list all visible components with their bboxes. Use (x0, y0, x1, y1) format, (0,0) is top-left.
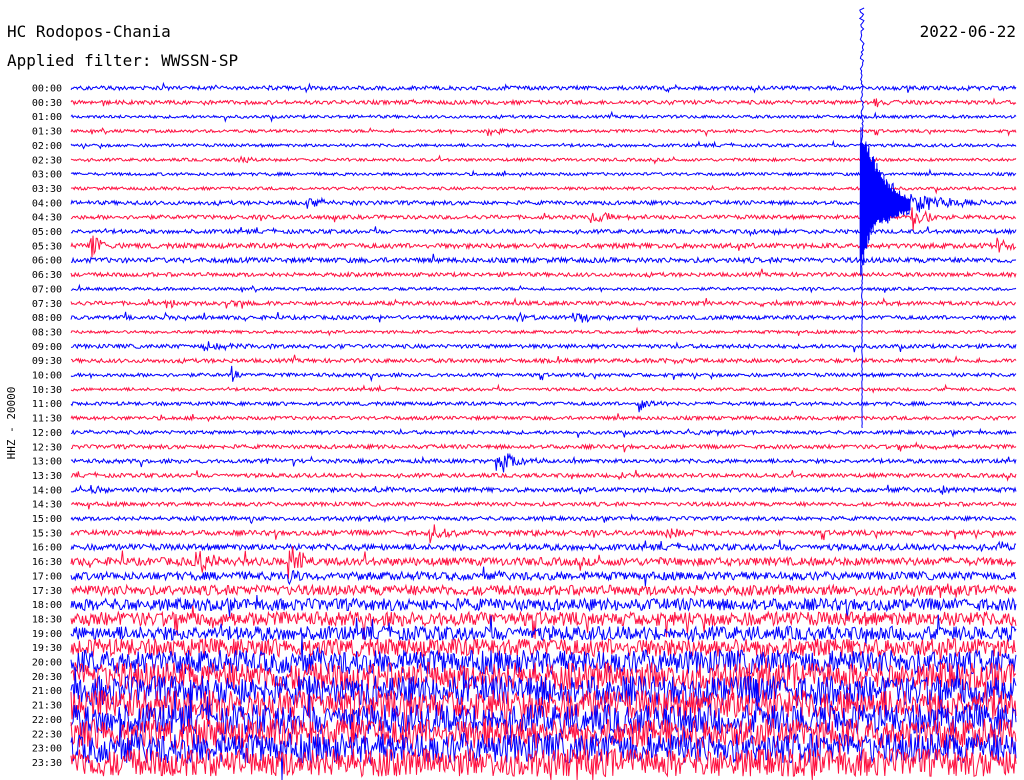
row-label-0230: 02:30 (32, 155, 62, 166)
trace-1600 (70, 539, 1017, 553)
trace-1400 (70, 484, 1017, 495)
trace-0100 (70, 110, 1017, 123)
trace-1300 (70, 452, 1017, 473)
row-label-0800: 08:00 (32, 313, 62, 324)
row-label-0700: 07:00 (32, 284, 62, 295)
row-label-1700: 17:00 (32, 571, 62, 582)
row-label-0600: 06:00 (32, 256, 62, 267)
trace-0530 (70, 235, 1017, 258)
row-label-0100: 01:00 (32, 112, 62, 123)
trace-1130 (70, 413, 1017, 423)
filter-label: Applied filter: WWSSN-SP (7, 51, 238, 70)
y-axis-label: HHZ - 20000 (5, 387, 18, 460)
row-label-1800: 18:00 (32, 600, 62, 611)
trace-0600 (70, 253, 1017, 265)
traces-group (70, 7, 1017, 780)
row-label-1830: 18:30 (32, 614, 62, 625)
row-label-1300: 13:00 (32, 457, 62, 468)
row-label-1900: 19:00 (32, 629, 62, 640)
trace-0900 (70, 341, 1017, 353)
row-label-0300: 03:00 (32, 170, 62, 181)
row-label-1330: 13:30 (32, 471, 62, 482)
trace-1500 (70, 513, 1017, 525)
row-label-1530: 15:30 (32, 528, 62, 539)
row-label-0730: 07:30 (32, 299, 62, 310)
row-label-0130: 01:30 (32, 127, 62, 138)
row-label-1930: 19:30 (32, 643, 62, 654)
row-label-1030: 10:30 (32, 385, 62, 396)
trace-0700 (70, 283, 1017, 294)
row-label-0830: 08:30 (32, 327, 62, 338)
row-label-1100: 11:00 (32, 399, 62, 410)
row-label-1130: 11:30 (32, 414, 62, 425)
trace-1030 (70, 383, 1017, 394)
row-label-0900: 09:00 (32, 342, 62, 353)
row-label-1630: 16:30 (32, 557, 62, 568)
trace-0500 (70, 226, 1017, 238)
row-label-0200: 02:00 (32, 141, 62, 152)
trace-0630 (70, 268, 1017, 279)
station-title: HC Rodopos-Chania (7, 22, 171, 41)
row-label-2230: 22:30 (32, 729, 62, 740)
date-label: 2022-06-22 (920, 22, 1016, 41)
trace-1330 (70, 469, 1017, 482)
trace-1730 (70, 583, 1017, 599)
trace-1800 (70, 595, 1017, 622)
row-label-0330: 03:30 (32, 184, 62, 195)
row-label-1430: 14:30 (32, 500, 62, 511)
row-label-1600: 16:00 (32, 543, 62, 554)
row-label-2300: 23:00 (32, 744, 62, 755)
row-label-0030: 00:30 (32, 98, 62, 109)
trace-1230 (71, 441, 1017, 453)
trace-0000 (70, 81, 1017, 94)
row-label-0930: 09:30 (32, 356, 62, 367)
trace-0130 (70, 127, 1017, 138)
row-labels-group: 00:00 00:30 01:00 01:30 02:00 02:30 03:00 03:30… (32, 84, 62, 769)
row-label-0430: 04:30 (32, 213, 62, 224)
trace-0830 (70, 326, 1017, 337)
mainshock-burst (859, 127, 911, 276)
row-label-0400: 04:00 (32, 198, 62, 209)
row-label-1400: 14:00 (32, 485, 62, 496)
trace-1200 (70, 427, 1017, 438)
row-label-2000: 20:00 (32, 658, 62, 669)
row-label-1200: 12:00 (32, 428, 62, 439)
row-label-1730: 17:30 (32, 586, 62, 597)
row-label-2200: 22:00 (32, 715, 62, 726)
row-label-1000: 10:00 (32, 371, 62, 382)
row-label-0630: 06:30 (32, 270, 62, 281)
trace-1700 (70, 566, 1017, 587)
trace-1000 (70, 365, 1017, 383)
trace-0200 (70, 139, 1017, 150)
trace-0800 (70, 311, 1017, 323)
trace-1100 (70, 400, 1017, 413)
row-label-2100: 21:00 (32, 686, 62, 697)
row-label-1500: 15:00 (32, 514, 62, 525)
row-label-2130: 21:30 (32, 701, 62, 712)
trace-0930 (70, 354, 1017, 365)
trace-0030 (70, 97, 1017, 108)
row-label-2330: 23:30 (32, 758, 62, 769)
row-label-0000: 00:00 (32, 84, 62, 95)
row-label-1230: 12:30 (32, 442, 62, 453)
row-label-0530: 05:30 (32, 241, 62, 252)
row-label-2030: 20:30 (32, 672, 62, 683)
trace-0730 (70, 297, 1017, 309)
helicorder-chart: HC Rodopos-Chania 2022-06-22 Applied fil… (5, 7, 1017, 780)
row-label-0500: 05:00 (32, 227, 62, 238)
trace-1430 (71, 500, 1017, 510)
trace-1530 (70, 524, 1017, 544)
